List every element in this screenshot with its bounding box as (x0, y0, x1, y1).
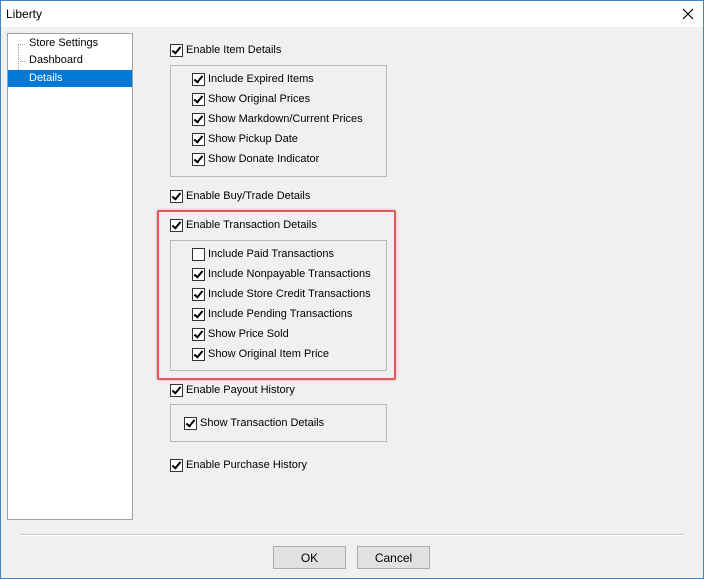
cancel-button[interactable]: Cancel (357, 546, 430, 569)
checkbox-label: Enable Buy/Trade Details (186, 190, 311, 202)
tree-item-store-settings[interactable]: Store Settings (8, 35, 132, 52)
show-transaction-details-checkbox[interactable]: Show Transaction Details (184, 415, 324, 431)
checkbox-label: Show Pickup Date (208, 133, 298, 145)
checkbox-box (192, 247, 205, 261)
title-bar: Liberty (1, 1, 703, 27)
checkbox-box (170, 458, 183, 472)
enable-purchase-history-checkbox[interactable]: Enable Purchase History (170, 457, 307, 473)
tree-item-label: Store Settings (29, 37, 99, 49)
include-pending-transactions-checkbox[interactable]: Include Pending Transactions (192, 306, 352, 322)
checkbox-label: Show Original Item Price (208, 348, 330, 360)
enable-item-details-checkbox[interactable]: Enable Item Details (170, 42, 281, 58)
enable-transaction-details-checkbox[interactable]: Enable Transaction Details (170, 217, 317, 233)
checkbox-box (192, 72, 205, 86)
checkbox-box (192, 327, 205, 341)
checkbox-box (170, 43, 183, 57)
checkbox-label: Include Expired Items (208, 73, 314, 85)
ok-button[interactable]: OK (273, 546, 346, 569)
show-original-item-price-checkbox[interactable]: Show Original Item Price (192, 346, 329, 362)
checkbox-label: Enable Purchase History (186, 459, 308, 471)
checkbox-box (192, 92, 205, 106)
include-expired-items-checkbox[interactable]: Include Expired Items (192, 71, 314, 87)
include-nonpayable-transactions-checkbox[interactable]: Include Nonpayable Transactions (192, 266, 371, 282)
checkbox-label: Include Paid Transactions (208, 248, 334, 260)
checkbox-label: Show Transaction Details (200, 417, 325, 429)
show-donate-indicator-checkbox[interactable]: Show Donate Indicator (192, 151, 319, 167)
enable-payout-history-checkbox[interactable]: Enable Payout History (170, 382, 295, 398)
checkbox-label: Include Nonpayable Transactions (208, 268, 371, 280)
checkbox-label: Include Pending Transactions (208, 308, 353, 320)
checkbox-box (184, 416, 197, 430)
checkbox-box (192, 307, 205, 321)
tree-item-label: Dashboard (29, 54, 83, 66)
tree-item-dashboard[interactable]: Dashboard (8, 52, 132, 69)
close-icon (682, 8, 694, 20)
close-button[interactable] (673, 1, 703, 27)
include-paid-transactions-checkbox[interactable]: Include Paid Transactions (192, 246, 334, 262)
checkbox-label: Show Original Prices (208, 93, 311, 105)
settings-tree[interactable]: Store Settings Dashboard Details (7, 33, 133, 520)
settings-dialog: Liberty Store Settings Dashboard Details… (0, 0, 704, 579)
checkbox-box (192, 152, 205, 166)
tree-item-label: Details (29, 72, 63, 84)
checkbox-label: Enable Item Details (186, 44, 282, 56)
checkbox-label: Enable Transaction Details (186, 219, 317, 231)
checkbox-box (192, 347, 205, 361)
show-price-sold-checkbox[interactable]: Show Price Sold (192, 326, 289, 342)
show-pickup-date-checkbox[interactable]: Show Pickup Date (192, 131, 298, 147)
checkbox-box (170, 218, 183, 232)
checkbox-box (192, 287, 205, 301)
checkbox-label: Show Markdown/Current Prices (208, 113, 363, 125)
checkbox-box (170, 189, 183, 203)
checkbox-label: Include Store Credit Transactions (208, 288, 371, 300)
window-title: Liberty (6, 7, 43, 21)
checkbox-box (192, 267, 205, 281)
show-original-prices-checkbox[interactable]: Show Original Prices (192, 91, 310, 107)
enable-buy-trade-details-checkbox[interactable]: Enable Buy/Trade Details (170, 188, 310, 204)
checkbox-box (192, 132, 205, 146)
separator (21, 534, 684, 536)
checkbox-label: Show Price Sold (208, 328, 289, 340)
tree-item-details[interactable]: Details (8, 70, 132, 87)
checkbox-label: Show Donate Indicator (208, 153, 320, 165)
checkbox-box (170, 383, 183, 397)
show-markdown-current-prices-checkbox[interactable]: Show Markdown/Current Prices (192, 111, 363, 127)
checkbox-label: Enable Payout History (186, 384, 295, 396)
include-store-credit-transactions-checkbox[interactable]: Include Store Credit Transactions (192, 286, 371, 302)
checkbox-box (192, 112, 205, 126)
